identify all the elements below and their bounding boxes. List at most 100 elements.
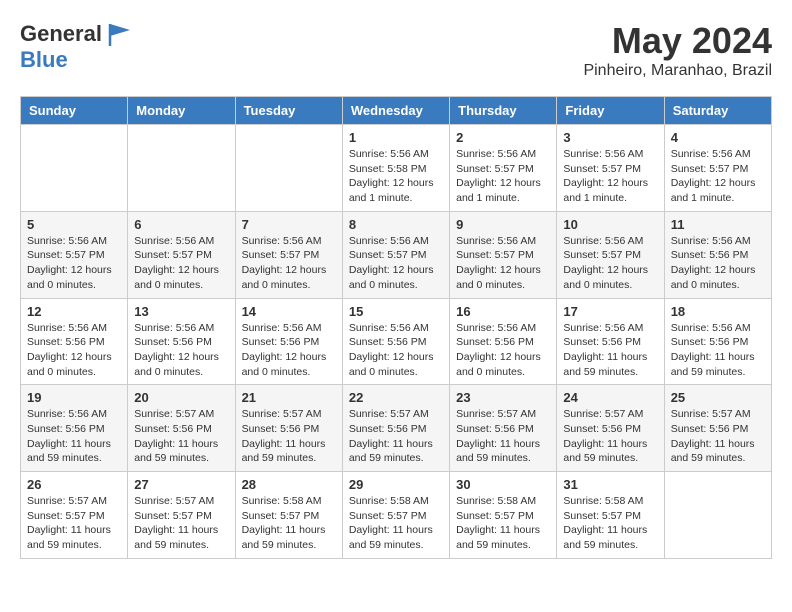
day-number: 11 <box>671 217 765 232</box>
calendar-cell: 6 Sunrise: 5:56 AM Sunset: 5:57 PM Daylig… <box>128 211 235 298</box>
day-info: Sunrise: 5:56 AM Sunset: 5:58 PM Dayligh… <box>349 147 443 206</box>
weekday-header-row: SundayMondayTuesdayWednesdayThursdayFrid… <box>21 97 772 125</box>
day-info: Sunrise: 5:56 AM Sunset: 5:57 PM Dayligh… <box>456 234 550 293</box>
calendar-cell: 4Sunrise: 5:56 AM Sunset: 5:57 PM Daylig… <box>664 125 771 212</box>
calendar-cell: 3 Sunrise: 5:56 AM Sunset: 5:57 PM Daylig… <box>557 125 664 212</box>
day-info: Sunrise: 5:57 AM Sunset: 5:56 PM Dayligh… <box>134 407 228 466</box>
day-number: 5 <box>27 217 121 232</box>
day-number: 10 <box>563 217 657 232</box>
calendar-cell: 27Sunrise: 5:57 AM Sunset: 5:57 PM Dayli… <box>128 472 235 559</box>
calendar-cell: 19 Sunrise: 5:56 AM Sunset: 5:56 PM Dayli… <box>21 385 128 472</box>
calendar-cell: 24Sunrise: 5:57 AM Sunset: 5:56 PM Dayli… <box>557 385 664 472</box>
weekday-header-friday: Friday <box>557 97 664 125</box>
day-info: Sunrise: 5:56 AM Sunset: 5:57 PM Dayligh… <box>242 234 336 293</box>
calendar-cell <box>664 472 771 559</box>
weekday-header-tuesday: Tuesday <box>235 97 342 125</box>
calendar-cell: 5 Sunrise: 5:56 AM Sunset: 5:57 PM Daylig… <box>21 211 128 298</box>
calendar-cell <box>235 125 342 212</box>
day-number: 3 <box>563 130 657 145</box>
logo-flag-icon <box>106 20 134 48</box>
day-number: 21 <box>242 390 336 405</box>
day-info: Sunrise: 5:57 AM Sunset: 5:56 PM Dayligh… <box>563 407 657 466</box>
day-info: Sunrise: 5:57 AM Sunset: 5:57 PM Dayligh… <box>27 494 121 553</box>
day-number: 15 <box>349 304 443 319</box>
day-info: Sunrise: 5:56 AM Sunset: 5:56 PM Dayligh… <box>134 321 228 380</box>
day-number: 4 <box>671 130 765 145</box>
calendar-cell: 1Sunrise: 5:56 AM Sunset: 5:58 PM Daylig… <box>342 125 449 212</box>
calendar-cell: 8Sunrise: 5:56 AM Sunset: 5:57 PM Daylig… <box>342 211 449 298</box>
calendar-week-row: 26 Sunrise: 5:57 AM Sunset: 5:57 PM Dayli… <box>21 472 772 559</box>
day-number: 30 <box>456 477 550 492</box>
calendar-cell: 7 Sunrise: 5:56 AM Sunset: 5:57 PM Daylig… <box>235 211 342 298</box>
day-number: 9 <box>456 217 550 232</box>
day-number: 16 <box>456 304 550 319</box>
day-info: Sunrise: 5:58 AM Sunset: 5:57 PM Dayligh… <box>456 494 550 553</box>
calendar-cell: 12Sunrise: 5:56 AM Sunset: 5:56 PM Dayli… <box>21 298 128 385</box>
day-number: 29 <box>349 477 443 492</box>
day-info: Sunrise: 5:56 AM Sunset: 5:57 PM Dayligh… <box>349 234 443 293</box>
day-info: Sunrise: 5:58 AM Sunset: 5:57 PM Dayligh… <box>349 494 443 553</box>
calendar-week-row: 5 Sunrise: 5:56 AM Sunset: 5:57 PM Daylig… <box>21 211 772 298</box>
calendar-cell <box>21 125 128 212</box>
calendar-week-row: 19 Sunrise: 5:56 AM Sunset: 5:56 PM Dayli… <box>21 385 772 472</box>
logo: General Blue <box>20 20 134 72</box>
day-info: Sunrise: 5:56 AM Sunset: 5:56 PM Dayligh… <box>671 234 765 293</box>
day-number: 19 <box>27 390 121 405</box>
calendar-cell: 21 Sunrise: 5:57 AM Sunset: 5:56 PM Dayli… <box>235 385 342 472</box>
calendar-cell: 16 Sunrise: 5:56 AM Sunset: 5:56 PM Dayli… <box>450 298 557 385</box>
day-info: Sunrise: 5:58 AM Sunset: 5:57 PM Dayligh… <box>563 494 657 553</box>
logo-general-text: General <box>20 22 102 46</box>
day-info: Sunrise: 5:56 AM Sunset: 5:56 PM Dayligh… <box>27 321 121 380</box>
calendar-cell: 18Sunrise: 5:56 AM Sunset: 5:56 PM Dayli… <box>664 298 771 385</box>
location: Pinheiro, Maranhao, Brazil <box>583 62 772 80</box>
day-info: Sunrise: 5:57 AM Sunset: 5:56 PM Dayligh… <box>242 407 336 466</box>
calendar-cell: 31Sunrise: 5:58 AM Sunset: 5:57 PM Dayli… <box>557 472 664 559</box>
day-info: Sunrise: 5:57 AM Sunset: 5:56 PM Dayligh… <box>349 407 443 466</box>
calendar-week-row: 1Sunrise: 5:56 AM Sunset: 5:58 PM Daylig… <box>21 125 772 212</box>
weekday-header-monday: Monday <box>128 97 235 125</box>
weekday-header-sunday: Sunday <box>21 97 128 125</box>
day-number: 28 <box>242 477 336 492</box>
month-title: May 2024 <box>583 20 772 62</box>
weekday-header-saturday: Saturday <box>664 97 771 125</box>
calendar-cell: 22 Sunrise: 5:57 AM Sunset: 5:56 PM Dayli… <box>342 385 449 472</box>
day-info: Sunrise: 5:56 AM Sunset: 5:56 PM Dayligh… <box>349 321 443 380</box>
calendar-table: SundayMondayTuesdayWednesdayThursdayFrid… <box>20 96 772 559</box>
day-info: Sunrise: 5:56 AM Sunset: 5:57 PM Dayligh… <box>27 234 121 293</box>
day-info: Sunrise: 5:58 AM Sunset: 5:57 PM Dayligh… <box>242 494 336 553</box>
day-number: 13 <box>134 304 228 319</box>
day-info: Sunrise: 5:56 AM Sunset: 5:56 PM Dayligh… <box>456 321 550 380</box>
calendar-cell: 30 Sunrise: 5:58 AM Sunset: 5:57 PM Dayli… <box>450 472 557 559</box>
day-number: 14 <box>242 304 336 319</box>
day-number: 26 <box>27 477 121 492</box>
calendar-cell: 23Sunrise: 5:57 AM Sunset: 5:56 PM Dayli… <box>450 385 557 472</box>
day-number: 7 <box>242 217 336 232</box>
page-header: General Blue May 2024 Pinheiro, Maranhao… <box>20 20 772 80</box>
calendar-week-row: 12Sunrise: 5:56 AM Sunset: 5:56 PM Dayli… <box>21 298 772 385</box>
day-number: 23 <box>456 390 550 405</box>
day-info: Sunrise: 5:56 AM Sunset: 5:56 PM Dayligh… <box>242 321 336 380</box>
weekday-header-wednesday: Wednesday <box>342 97 449 125</box>
day-number: 22 <box>349 390 443 405</box>
calendar-cell: 15 Sunrise: 5:56 AM Sunset: 5:56 PM Dayli… <box>342 298 449 385</box>
calendar-cell: 11 Sunrise: 5:56 AM Sunset: 5:56 PM Dayli… <box>664 211 771 298</box>
day-info: Sunrise: 5:57 AM Sunset: 5:57 PM Dayligh… <box>134 494 228 553</box>
day-number: 6 <box>134 217 228 232</box>
calendar-cell: 29 Sunrise: 5:58 AM Sunset: 5:57 PM Dayli… <box>342 472 449 559</box>
day-number: 20 <box>134 390 228 405</box>
weekday-header-thursday: Thursday <box>450 97 557 125</box>
day-number: 25 <box>671 390 765 405</box>
calendar-cell: 13 Sunrise: 5:56 AM Sunset: 5:56 PM Dayli… <box>128 298 235 385</box>
calendar-cell: 20 Sunrise: 5:57 AM Sunset: 5:56 PM Dayli… <box>128 385 235 472</box>
day-info: Sunrise: 5:57 AM Sunset: 5:56 PM Dayligh… <box>671 407 765 466</box>
calendar-cell: 10Sunrise: 5:56 AM Sunset: 5:57 PM Dayli… <box>557 211 664 298</box>
day-info: Sunrise: 5:56 AM Sunset: 5:57 PM Dayligh… <box>563 147 657 206</box>
calendar-cell: 17Sunrise: 5:56 AM Sunset: 5:56 PM Dayli… <box>557 298 664 385</box>
calendar-cell <box>128 125 235 212</box>
day-info: Sunrise: 5:56 AM Sunset: 5:56 PM Dayligh… <box>671 321 765 380</box>
day-info: Sunrise: 5:56 AM Sunset: 5:56 PM Dayligh… <box>27 407 121 466</box>
day-number: 17 <box>563 304 657 319</box>
day-info: Sunrise: 5:56 AM Sunset: 5:57 PM Dayligh… <box>134 234 228 293</box>
calendar-cell: 9 Sunrise: 5:56 AM Sunset: 5:57 PM Daylig… <box>450 211 557 298</box>
calendar-cell: 26 Sunrise: 5:57 AM Sunset: 5:57 PM Dayli… <box>21 472 128 559</box>
